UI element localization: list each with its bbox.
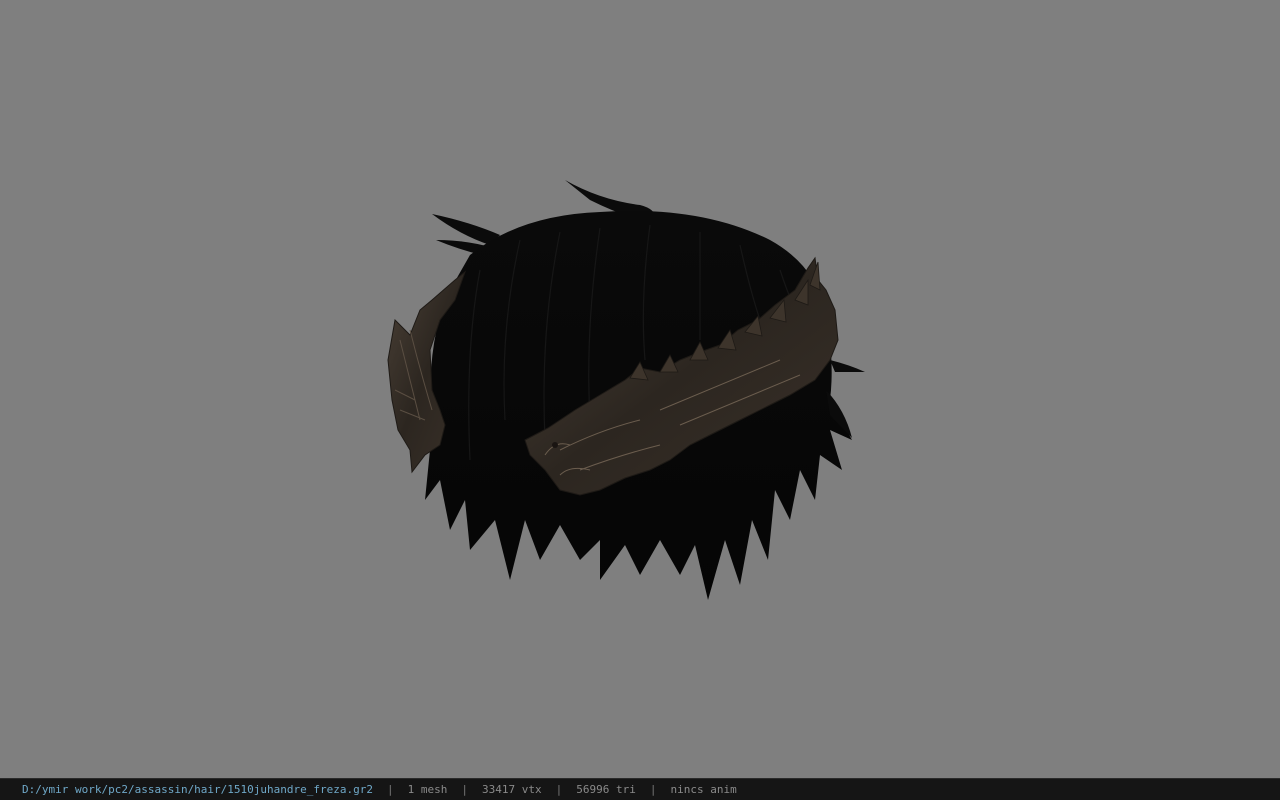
vertex-count-label: 33417 vtx xyxy=(482,783,542,796)
mesh-count-label: 1 mesh xyxy=(407,783,448,796)
triangle-count-label: 56996 tri xyxy=(576,783,636,796)
separator: | xyxy=(555,783,563,796)
file-path-label: D:/ymir work/pc2/assassin/hair/1510juhan… xyxy=(22,783,373,796)
separator: | xyxy=(649,783,657,796)
separator: | xyxy=(461,783,468,796)
dragon-eye xyxy=(552,442,558,448)
3d-viewport[interactable] xyxy=(0,0,1280,778)
hair-model-render xyxy=(387,180,865,601)
separator: | xyxy=(387,783,394,796)
status-bar: D:/ymir work/pc2/assassin/hair/1510juhan… xyxy=(0,778,1280,800)
animation-status-label: nincs anim xyxy=(670,783,737,796)
